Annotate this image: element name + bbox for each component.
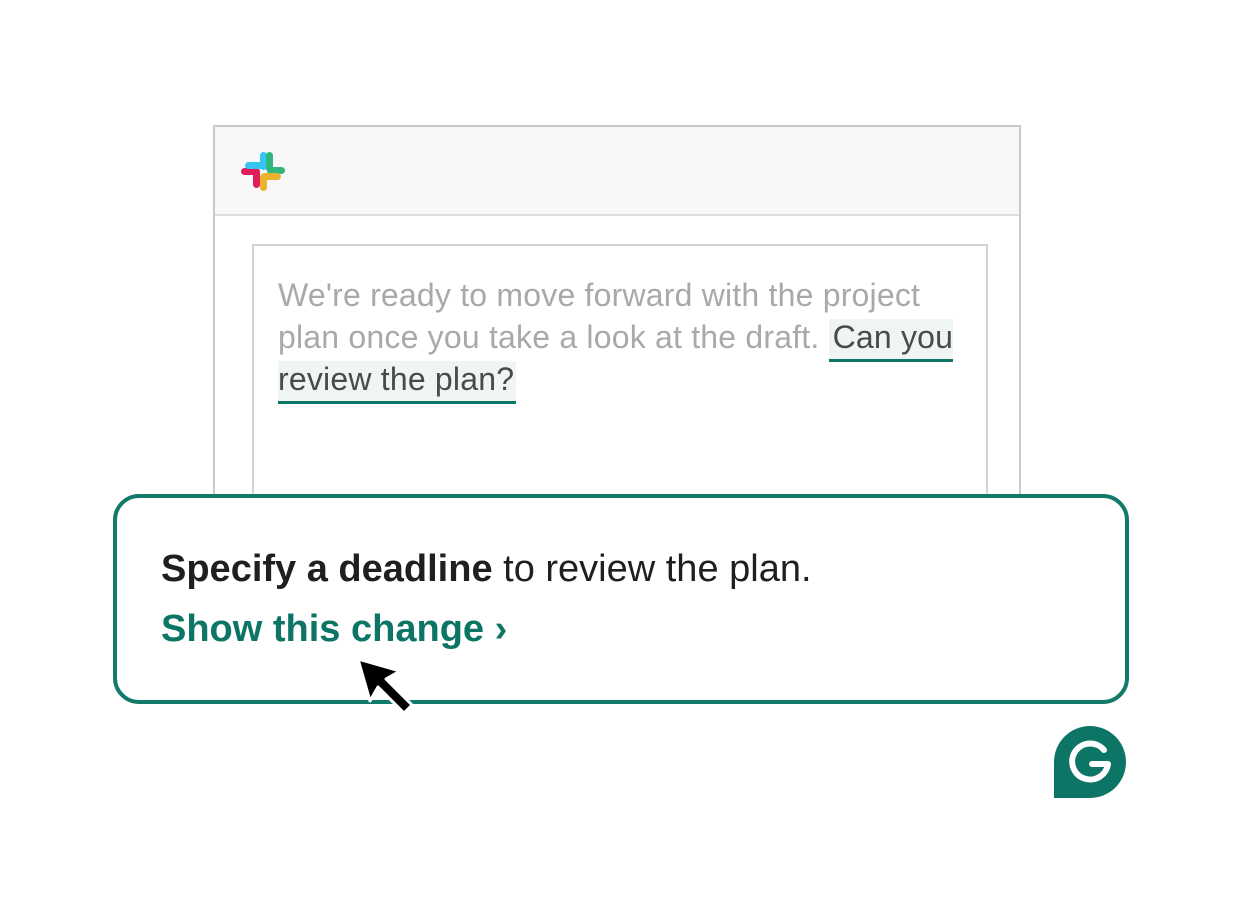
slack-window: We're ready to move forward with the pro… <box>213 125 1021 564</box>
app-header <box>215 127 1019 216</box>
message-plain-text: We're ready to move forward with the pro… <box>278 277 921 355</box>
suggestion-rest-text: to review the plan. <box>492 548 812 590</box>
slack-logo-icon <box>241 152 285 191</box>
grammarly-logo-icon <box>1054 726 1126 798</box>
suggestion-text: Specify a deadline to review the plan. <box>161 546 812 592</box>
message-text[interactable]: We're ready to move forward with the pro… <box>278 274 958 404</box>
show-change-link[interactable]: Show this change › <box>161 606 507 652</box>
arrow-cursor-icon <box>356 657 414 715</box>
stage: We're ready to move forward with the pro… <box>0 0 1248 924</box>
grammarly-suggestion-card: Specify a deadline to review the plan. S… <box>113 494 1129 704</box>
suggestion-bold-text: Specify a deadline <box>161 548 493 590</box>
